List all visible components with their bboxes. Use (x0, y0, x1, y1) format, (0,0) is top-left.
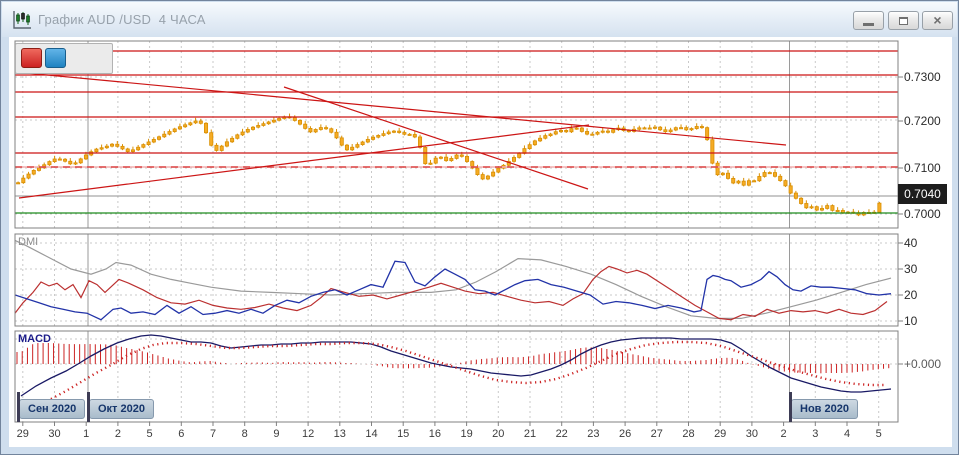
time-axis-label: 26 (619, 428, 631, 440)
time-axis-label: 2 (781, 428, 787, 440)
time-axis-label: 5 (147, 428, 153, 440)
time-axis-label: 30 (48, 428, 60, 440)
price-levels-layer (15, 51, 898, 213)
time-axis-label: 20 (492, 428, 504, 440)
time-axis-label: 29 (714, 428, 726, 440)
month-chip-october: Окт 2020 (89, 399, 154, 419)
time-axis-label: 16 (429, 428, 441, 440)
time-axis-label: 8 (242, 428, 248, 440)
time-axis-label: 22 (556, 428, 568, 440)
time-axis-label: 12 (302, 428, 314, 440)
time-axis-label: 6 (178, 428, 184, 440)
time-axis-label: 13 (334, 428, 346, 440)
time-axis-label: 3 (812, 428, 818, 440)
macd-panel (17, 335, 891, 408)
macd-zero-label: +0.000 (904, 357, 941, 371)
chart-window: График AUD /USD 4 ЧАСА × DMI MACD +0.000… (0, 0, 959, 455)
month-chip-november: Нов 2020 (791, 399, 858, 419)
month-divider-bar (87, 392, 90, 422)
time-axis-label: 1 (83, 428, 89, 440)
dmi-panel-label: DMI (18, 236, 38, 248)
candles-layer (17, 114, 882, 217)
time-axis-label: 28 (682, 428, 694, 440)
time-axis-label: 29 (17, 428, 29, 440)
dmi-axis-label: 10 (904, 314, 917, 328)
dmi-panel (15, 240, 891, 319)
dmi-axis-label: 30 (904, 262, 917, 276)
price-axis-label: 0.7300 (904, 70, 941, 84)
time-axis-label: 23 (587, 428, 599, 440)
current-price-badge: 0.7040 (898, 184, 947, 204)
time-axis-label: 14 (365, 428, 377, 440)
month-divider-bar (789, 392, 792, 422)
time-axis-label: 9 (273, 428, 279, 440)
time-axis-label: 27 (651, 428, 663, 440)
time-axis-label: 4 (844, 428, 850, 440)
time-axis-label: 19 (460, 428, 472, 440)
dmi-axis-label: 20 (904, 288, 917, 302)
red-swatch-button[interactable] (21, 48, 42, 68)
time-axis-label: 5 (876, 428, 882, 440)
price-axis-label: 0.7100 (904, 161, 941, 175)
time-axis-label: 15 (397, 428, 409, 440)
price-axis-label: 0.7200 (904, 114, 941, 128)
month-divider-bar (17, 392, 20, 422)
blue-swatch-button[interactable] (45, 48, 66, 68)
price-axis-label: 0.7000 (904, 207, 941, 221)
chart-canvas[interactable] (1, 1, 959, 456)
time-axis-label: 30 (746, 428, 758, 440)
time-axis-label: 21 (524, 428, 536, 440)
dmi-axis-label: 40 (904, 236, 917, 250)
time-axis-label: 2 (115, 428, 121, 440)
month-chip-september: Сен 2020 (19, 399, 85, 419)
chart-mini-toolbar (15, 43, 113, 74)
time-axis-label: 7 (210, 428, 216, 440)
macd-panel-label: MACD (18, 333, 51, 345)
